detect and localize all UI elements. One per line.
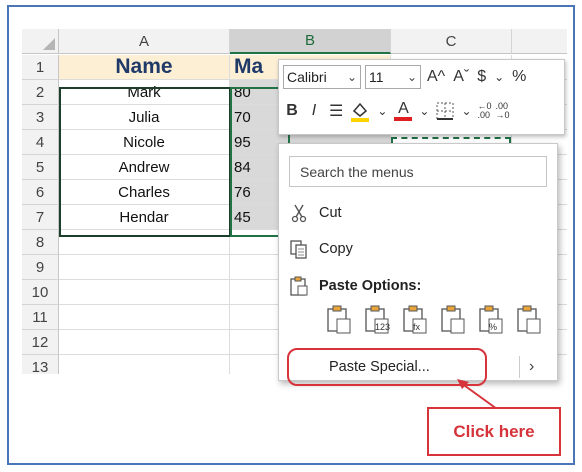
- row-header[interactable]: 3: [22, 105, 59, 130]
- row-header[interactable]: 11: [22, 305, 59, 330]
- submenu-divider: [519, 356, 520, 378]
- table-cell[interactable]: [59, 280, 230, 305]
- decrease-decimal-button[interactable]: ←0 .00: [478, 102, 492, 120]
- chevron-down-icon[interactable]: ⌄: [459, 104, 473, 118]
- table-cell[interactable]: Name: [59, 55, 230, 80]
- row-header[interactable]: 10: [22, 280, 59, 305]
- screenshot-frame: A B C 1 2 3 4 5 6 7 8 9 10 11 12 13 Name Ma Mark 80 Juli…: [7, 5, 575, 465]
- paste-icon[interactable]: [325, 304, 353, 336]
- row-header[interactable]: 9: [22, 255, 59, 280]
- row-header[interactable]: 7: [22, 205, 59, 230]
- row-header[interactable]: 1: [22, 55, 59, 80]
- table-cell[interactable]: Charles: [59, 180, 230, 205]
- chevron-down-icon: ⌄: [346, 70, 357, 84]
- currency-button[interactable]: $: [475, 68, 488, 86]
- paste-icon-label: 123: [375, 322, 391, 332]
- row-header[interactable]: 4: [22, 130, 59, 155]
- font-name-value: Calibri: [287, 69, 327, 85]
- column-header-a[interactable]: A: [59, 29, 230, 54]
- row-header[interactable]: 8: [22, 230, 59, 255]
- paste-link-icon[interactable]: [515, 304, 543, 336]
- clipboard-icon: [279, 275, 319, 297]
- menu-item-copy[interactable]: Copy: [279, 232, 557, 266]
- font-size-dropdown[interactable]: 11 ⌄: [365, 65, 421, 89]
- percent-button[interactable]: %: [510, 68, 528, 86]
- menu-item-label: Cut: [319, 205, 342, 221]
- paste-formatting-icon[interactable]: %: [477, 304, 505, 336]
- row-header[interactable]: 13: [22, 355, 59, 374]
- font-size-value: 11: [369, 69, 384, 85]
- column-header-b[interactable]: B: [230, 29, 391, 54]
- paste-icon-label: fx: [413, 322, 421, 332]
- shrink-font-button[interactable]: Aˇ: [451, 68, 471, 86]
- context-menu: Search the menus Cut Copy Paste Options:…: [278, 143, 558, 386]
- callout-label: Click here: [453, 421, 535, 441]
- font-color-button[interactable]: A: [393, 101, 413, 121]
- table-cell[interactable]: [59, 230, 230, 255]
- row-header[interactable]: 6: [22, 180, 59, 205]
- paste-options-label: Paste Options:: [319, 278, 422, 294]
- chevron-down-icon[interactable]: ⌄: [492, 70, 506, 84]
- table-cell[interactable]: Nicole: [59, 130, 230, 155]
- borders-icon[interactable]: [435, 101, 455, 121]
- increase-decimal-bottom: →0: [495, 110, 510, 120]
- chevron-down-icon[interactable]: ⌄: [375, 104, 389, 118]
- font-color-letter: A: [398, 100, 409, 117]
- chevron-down-icon[interactable]: ⌄: [417, 104, 431, 118]
- grow-font-button[interactable]: A^: [425, 68, 447, 86]
- paste-values-icon[interactable]: 123: [363, 304, 391, 336]
- mini-toolbar: Calibri ⌄ 11 ⌄ A^ Aˇ $ ⌄ % B I ☰ ⌄ A ⌄ ⌄…: [278, 59, 565, 135]
- increase-decimal-button[interactable]: .00 →0: [496, 102, 510, 120]
- paste-options-icons: 123 fx%: [325, 304, 543, 336]
- table-cell[interactable]: Mark: [59, 80, 230, 105]
- scissors-icon: [279, 203, 319, 223]
- table-cell[interactable]: [59, 255, 230, 280]
- italic-button[interactable]: I: [305, 102, 323, 120]
- callout-arrow: [457, 379, 498, 410]
- row-header[interactable]: 5: [22, 155, 59, 180]
- paste-transpose-icon[interactable]: [439, 304, 467, 336]
- table-cell[interactable]: Andrew: [59, 155, 230, 180]
- row-header[interactable]: 2: [22, 80, 59, 105]
- menu-item-cut[interactable]: Cut: [279, 196, 557, 230]
- click-here-callout: Click here: [427, 407, 561, 456]
- menu-item-label: Paste Special...: [329, 359, 430, 375]
- paste-icon-label: %: [489, 322, 498, 332]
- menu-item-label: Copy: [319, 241, 353, 257]
- copy-icon: [279, 239, 319, 259]
- bold-button[interactable]: B: [283, 102, 301, 120]
- table-cell[interactable]: [59, 305, 230, 330]
- column-header-d[interactable]: [512, 29, 567, 54]
- table-cell[interactable]: [59, 330, 230, 355]
- font-name-dropdown[interactable]: Calibri ⌄: [283, 65, 361, 89]
- paste-formulas-icon[interactable]: fx: [401, 304, 429, 336]
- row-header[interactable]: 12: [22, 330, 59, 355]
- font-color-swatch: [394, 117, 413, 121]
- fill-color-icon[interactable]: [349, 100, 371, 122]
- chevron-down-icon: ⌄: [406, 70, 417, 84]
- paste-options-heading: Paste Options:: [279, 269, 557, 303]
- column-header-c[interactable]: C: [391, 29, 512, 54]
- select-all-corner[interactable]: [22, 29, 59, 54]
- decrease-decimal-bottom: .00: [477, 110, 491, 120]
- chevron-right-icon[interactable]: ›: [529, 358, 534, 376]
- search-menus-input[interactable]: Search the menus: [289, 156, 547, 187]
- table-cell[interactable]: Hendar: [59, 205, 230, 230]
- table-cell[interactable]: [59, 355, 230, 374]
- align-center-icon[interactable]: ☰: [327, 101, 345, 121]
- table-cell[interactable]: Julia: [59, 105, 230, 130]
